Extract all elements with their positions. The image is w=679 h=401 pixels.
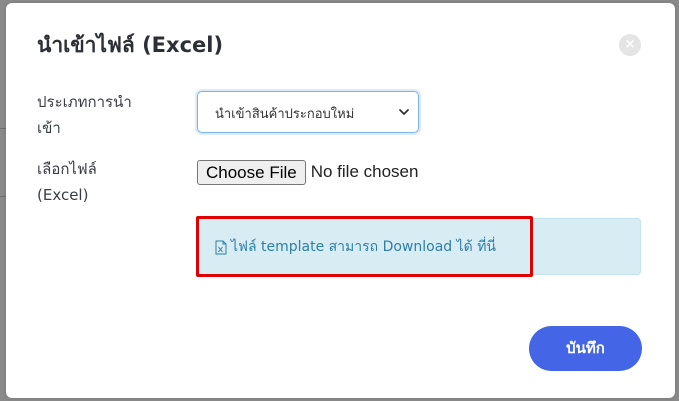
save-button[interactable]: บันทึก (529, 326, 642, 371)
chevron-down-icon (399, 109, 409, 115)
file-input[interactable]: Choose File No file chosen (197, 159, 418, 185)
template-link-text: ไฟล์ template สามารถ Download ได้ ที่นี่ (231, 239, 496, 255)
template-download-link[interactable]: ไฟล์ template สามารถ Download ได้ ที่นี่ (215, 236, 496, 258)
close-icon: × (624, 37, 636, 52)
excel-file-icon (215, 240, 227, 254)
file-status-text: No file chosen (310, 162, 419, 181)
import-type-label: ประเภทการนำ เข้า (37, 93, 132, 137)
import-type-select[interactable]: นำเข้าสินค้าประกอบใหม่ (197, 91, 419, 133)
modal-title: นำเข้าไฟล์ (Excel) (37, 33, 224, 57)
import-file-modal: นำเข้าไฟล์ (Excel) × ประเภทการนำ เข้า นำ… (6, 3, 675, 398)
close-button[interactable]: × (619, 34, 641, 56)
import-type-selected-value: นำเข้าสินค้าประกอบใหม่ (215, 107, 355, 122)
file-select-label: เลือกไฟล์ (Excel) (37, 160, 97, 204)
choose-file-button[interactable]: Choose File (197, 159, 306, 185)
